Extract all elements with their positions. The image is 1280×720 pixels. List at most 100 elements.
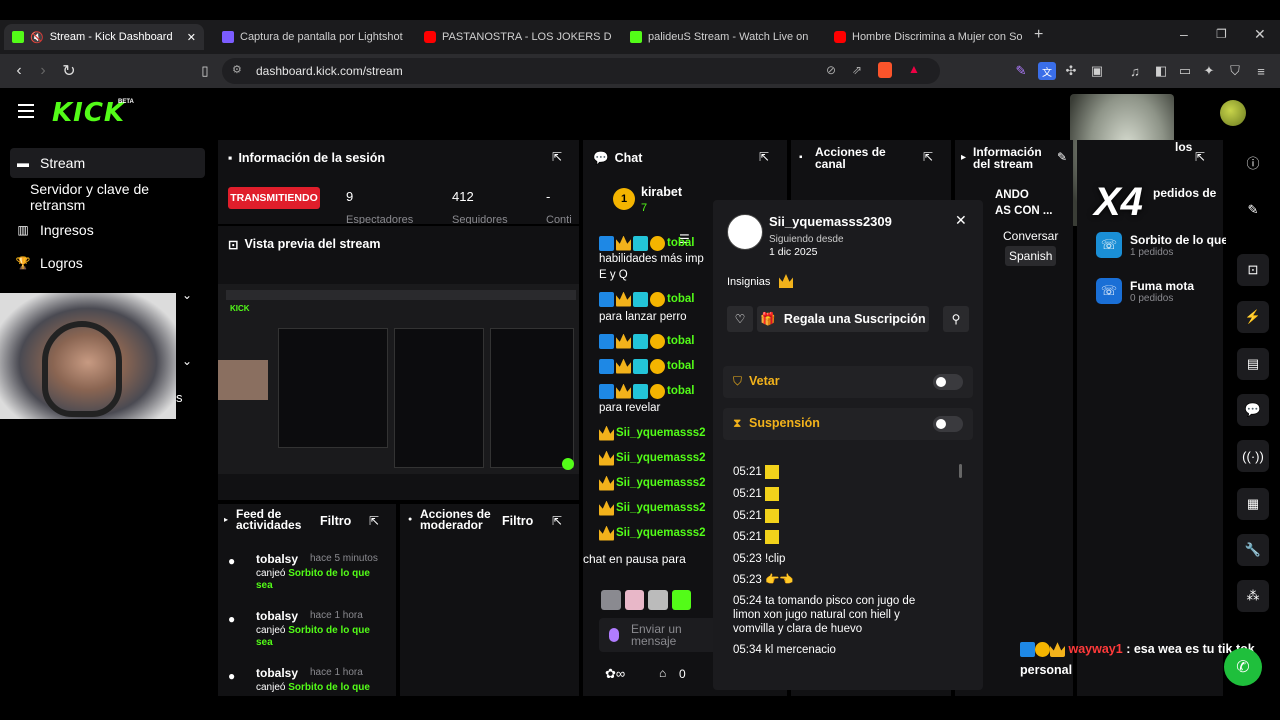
preview-webcam [218,360,268,400]
forward-icon[interactable]: › [30,54,56,88]
tab-lightshot[interactable]: Captura de pantalla por Lightshot [214,24,410,50]
document-icon[interactable]: ▤ [1237,348,1269,380]
back-icon[interactable]: ‹ [6,54,32,88]
chat-paused-notice[interactable]: chat en pausa para [583,552,686,566]
new-tab-icon[interactable]: + [1034,26,1043,44]
whatsapp-icon[interactable]: ✆ [1224,648,1262,686]
edit-icon[interactable]: ✎ [1057,150,1071,164]
popout-icon[interactable]: ⇱ [552,150,566,164]
mute-icon[interactable]: 🔇 [30,31,44,44]
close-icon[interactable]: ✕ [955,212,967,229]
screenshot-extension-icon[interactable]: ▣ [1088,62,1106,80]
chat-username[interactable]: tobal [667,360,694,372]
chat-username[interactable]: Sii_yquemasss2 [616,527,706,539]
sidebar-toggle-icon[interactable]: ◧ [1152,62,1170,80]
follow-heart-button[interactable]: ♡ [727,306,753,332]
microphone-icon[interactable] [609,628,619,642]
sidebar-item-ingresos[interactable]: ▥ Ingresos [10,215,205,245]
chat-username[interactable]: tobal [667,293,694,305]
pen-extension-icon[interactable]: ✎ [1012,62,1030,80]
broadcast-icon[interactable]: ((·)) [1237,440,1269,472]
feed-username[interactable]: tobalsy [256,552,298,566]
minimize-icon[interactable]: – [1180,26,1188,42]
no-tracking-icon[interactable]: ⊘ [826,63,836,77]
chat-username[interactable]: Sii_yquemasss2 [616,502,706,514]
translate-extension-icon[interactable]: 文 [1038,62,1056,80]
sidebar-item-logros[interactable]: 🏆 Logros [10,248,205,278]
chat-username[interactable]: Sii_yquemasss2 [616,452,706,464]
more-actions-button[interactable]: ⚲ [943,306,969,332]
stream-preview-video[interactable]: KICK [218,284,579,474]
emote-icon[interactable] [671,590,691,610]
wrench-icon[interactable]: 🔧 [1237,534,1269,566]
chat-username[interactable]: Sii_yquemasss2 [616,477,706,489]
store-icon[interactable]: ⌂ [659,666,666,680]
chat-username[interactable]: Sii_yquemasss2 [616,427,706,439]
site-settings-icon[interactable]: ⚙ [232,63,242,76]
timeout-toggle[interactable] [933,416,963,432]
info-icon[interactable]: ⓘ [1237,146,1269,178]
close-tab-icon[interactable]: ✕ [187,31,196,44]
popout-icon[interactable]: ⇱ [369,514,383,528]
user-card-username[interactable]: Sii_yquemasss2309 [769,214,892,229]
overlay-text: personal [1020,663,1073,677]
media-icon[interactable]: ♫ [1126,62,1144,80]
close-window-icon[interactable]: ✕ [1254,26,1266,43]
chevron-down-icon[interactable]: ⌄ [182,288,192,302]
panel-title: Información de la sesión [238,151,386,165]
chat-icon[interactable]: 💬 [1237,394,1269,426]
preview-header: ⊡ Vista previa del stream [218,226,579,262]
filter-button[interactable]: Filtro [502,514,533,528]
hamburger-menu-icon[interactable] [18,104,34,118]
emote-icon[interactable] [624,590,644,610]
tab-kick-dashboard[interactable]: 🔇 Stream - Kick Dashboard ✕ [4,24,204,50]
popout-icon[interactable]: ⇱ [923,150,937,164]
popout-icon[interactable]: ⇱ [759,150,773,164]
leo-icon[interactable]: ✦ [1200,62,1218,80]
maximize-icon[interactable]: ❐ [1216,27,1227,41]
nodes-icon[interactable]: ⁂ [1237,580,1269,612]
feed-username[interactable]: tobalsy [256,609,298,623]
puzzle-extension-icon[interactable]: ✣ [1062,62,1080,80]
chat-username[interactable]: tobal [667,335,694,347]
tab-palideus[interactable]: palideuS Stream - Watch Live on [622,24,818,50]
popout-icon[interactable]: ⇱ [552,514,566,528]
log-scrollbar[interactable] [959,464,962,478]
bookmark-icon[interactable]: ▯ [192,54,218,88]
stream-category[interactable]: Conversar [1003,229,1058,243]
wallet-icon[interactable]: ▭ [1176,62,1194,80]
brave-rewards-icon[interactable]: ▲ [908,62,920,76]
layout-icon[interactable]: ▦ [1237,488,1269,520]
viewers-count: 9 [346,189,354,204]
brave-shield-icon[interactable] [878,62,892,78]
feed-username[interactable]: tobalsy [256,666,298,680]
camera-icon[interactable]: ⊡ [1237,254,1269,286]
kick-favicon-icon [12,31,24,43]
sidebar-item-stream[interactable]: ▬ Stream [10,148,205,178]
bolt-icon[interactable]: ⚡ [1237,301,1269,333]
share-icon[interactable]: ⇗ [852,63,862,77]
reward-item[interactable]: ☏ Sorbito de lo que 1 pedidos [1096,228,1228,262]
tab-pastanostra[interactable]: PASTANOSTRA - LOS JOKERS DE LA B [416,24,612,50]
emote-icon[interactable] [601,590,621,610]
profile-avatar[interactable] [1220,100,1246,126]
reload-icon[interactable]: ↻ [56,54,82,88]
emote-icon[interactable] [648,590,668,610]
sidebar-item-server-key[interactable]: Servidor y clave de retransm [10,181,205,213]
pinned-username[interactable]: kirabet [641,185,682,199]
pencil-icon[interactable]: ✎ [1237,194,1269,226]
menu-icon[interactable]: ≡ [1252,62,1270,80]
gift-subscription-button[interactable]: 🎁 Regala una Suscripción [757,306,929,332]
ban-toggle[interactable] [933,374,963,390]
url-input[interactable]: ⚙ dashboard.kick.com/stream ⊘ ⇗ ▲ [222,58,940,84]
vpn-icon[interactable]: ⛉ [1226,62,1244,80]
preview-indicator [562,458,574,470]
reward-item[interactable]: ☏ Fuma mota 0 pedidos [1096,274,1194,308]
infinity-icon[interactable]: ✿∞ [605,666,625,682]
chat-username[interactable]: tobal [667,385,694,397]
kick-logo[interactable]: KICK [52,98,125,128]
tab-hombre[interactable]: Hombre Discrimina a Mujer con Sob [826,24,1022,50]
filter-button[interactable]: Filtro [320,514,351,528]
chevron-down-icon[interactable]: ⌄ [182,354,192,368]
popout-icon[interactable]: ⇱ [1195,150,1209,164]
